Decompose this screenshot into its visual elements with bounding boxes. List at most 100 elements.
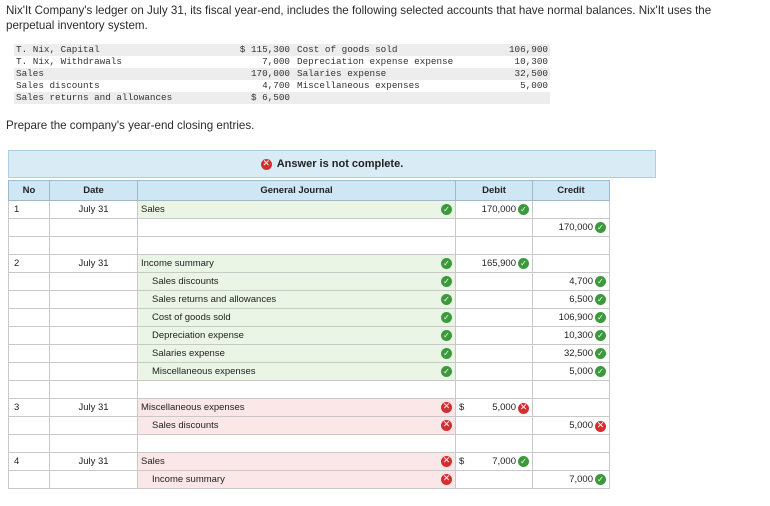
debit-value: 7,000 bbox=[492, 456, 516, 467]
debit-input[interactable] bbox=[455, 470, 533, 489]
spacer-cell bbox=[8, 236, 50, 255]
credit-input[interactable]: 10,300 ✓ bbox=[532, 326, 610, 345]
question-intro: Nix'It Company's ledger on July 31, its … bbox=[6, 4, 712, 32]
check-circle-icon: ✓ bbox=[441, 258, 452, 269]
entry-date[interactable]: July 31 bbox=[49, 398, 138, 417]
check-circle-icon: ✓ bbox=[518, 456, 529, 467]
entry-number bbox=[8, 470, 50, 489]
entry-date[interactable] bbox=[49, 290, 138, 309]
x-circle-icon: ✕ bbox=[518, 402, 529, 414]
debit-input[interactable]: 170,000 ✓ bbox=[455, 200, 533, 219]
account-select[interactable]: Income summary ✕ bbox=[137, 470, 456, 489]
account-select[interactable]: Cost of goods sold ✓ bbox=[137, 308, 456, 327]
debit-input[interactable] bbox=[455, 326, 533, 345]
journal-row: Income summary ✕ 7,000 ✓ bbox=[8, 470, 610, 489]
check-circle-icon: ✓ bbox=[595, 348, 606, 359]
credit-input[interactable]: 106,900 ✓ bbox=[532, 308, 610, 327]
debit-input[interactable]: $5,000 ✕ bbox=[455, 398, 533, 417]
ledger-amount: 106,900 bbox=[508, 44, 548, 55]
debit-input[interactable] bbox=[455, 308, 533, 327]
credit-input[interactable] bbox=[532, 452, 610, 471]
ledger-account: Sales bbox=[16, 68, 44, 79]
journal-spacer-row bbox=[8, 380, 610, 399]
debit-input[interactable] bbox=[455, 272, 533, 291]
debit-input[interactable] bbox=[455, 218, 533, 237]
entry-date[interactable] bbox=[49, 344, 138, 363]
journal-row: Cost of goods sold ✓ 106,900 ✓ bbox=[8, 308, 610, 327]
credit-input[interactable] bbox=[532, 200, 610, 219]
journal-spacer-row bbox=[8, 434, 610, 453]
entry-number bbox=[8, 290, 50, 309]
ledger-amount: $ 6,500 bbox=[250, 92, 290, 103]
journal-row: Sales discounts ✓ 4,700 ✓ bbox=[8, 272, 610, 291]
credit-value: 32,500 bbox=[563, 348, 593, 359]
entry-date[interactable] bbox=[49, 416, 138, 435]
debit-input[interactable] bbox=[455, 416, 533, 435]
spacer-cell bbox=[455, 380, 533, 399]
credit-input[interactable]: 6,500 ✓ bbox=[532, 290, 610, 309]
entry-date[interactable] bbox=[49, 308, 138, 327]
credit-value: 106,900 bbox=[558, 312, 593, 323]
account-select[interactable]: Sales returns and allowances ✓ bbox=[137, 290, 456, 309]
credit-value: 5,000 bbox=[569, 419, 593, 431]
credit-input[interactable] bbox=[532, 398, 610, 417]
entry-date[interactable] bbox=[49, 326, 138, 345]
spacer-cell bbox=[455, 434, 533, 453]
account-select[interactable]: Miscellaneous expenses ✕ bbox=[137, 398, 456, 417]
account-select[interactable]: Sales ✓ bbox=[137, 200, 456, 219]
entry-date[interactable]: July 31 bbox=[49, 200, 138, 219]
account-name: Sales discounts bbox=[152, 420, 219, 431]
debit-input[interactable] bbox=[455, 344, 533, 363]
entry-date[interactable] bbox=[49, 272, 138, 291]
ledger-row: T. Nix, Capital $ 115,300 Cost of goods so… bbox=[14, 44, 550, 56]
question-prompt: Prepare the company's year-end closing e… bbox=[6, 119, 255, 132]
header-general-journal: General Journal bbox=[137, 180, 456, 201]
account-name: Income summary bbox=[152, 474, 225, 485]
credit-value: 170,000 bbox=[558, 222, 593, 233]
account-select[interactable]: Sales discounts ✕ bbox=[137, 416, 456, 435]
account-select[interactable]: Sales ✕ bbox=[137, 452, 456, 471]
entry-number: 3 bbox=[8, 398, 50, 417]
credit-input[interactable]: 170,000 ✓ bbox=[532, 218, 610, 237]
account-select[interactable] bbox=[137, 218, 456, 237]
dollar-sign: $ bbox=[459, 456, 465, 467]
debit-input[interactable]: 165,900 ✓ bbox=[455, 254, 533, 273]
credit-input[interactable]: 5,000 ✓ bbox=[532, 362, 610, 381]
check-circle-icon: ✓ bbox=[441, 366, 452, 377]
account-select[interactable]: Sales discounts ✓ bbox=[137, 272, 456, 291]
journal-row: Miscellaneous expenses ✓ 5,000 ✓ bbox=[8, 362, 610, 381]
debit-input[interactable]: $7,000 ✓ bbox=[455, 452, 533, 471]
entry-number: 4 bbox=[8, 452, 50, 471]
debit-value: 5,000 bbox=[492, 401, 516, 413]
debit-value: 170,000 bbox=[481, 204, 516, 215]
debit-input[interactable] bbox=[455, 290, 533, 309]
credit-input[interactable]: 5,000 ✕ bbox=[532, 416, 610, 435]
credit-input[interactable]: 7,000 ✓ bbox=[532, 470, 610, 489]
entry-date[interactable]: July 31 bbox=[49, 452, 138, 471]
credit-input[interactable]: 32,500 ✓ bbox=[532, 344, 610, 363]
entry-date[interactable] bbox=[49, 362, 138, 381]
account-select[interactable]: Depreciation expense ✓ bbox=[137, 326, 456, 345]
check-circle-icon: ✓ bbox=[441, 330, 452, 341]
credit-input[interactable] bbox=[532, 254, 610, 273]
entry-number: 2 bbox=[8, 254, 50, 273]
account-select[interactable]: Income summary ✓ bbox=[137, 254, 456, 273]
journal-row: Sales returns and allowances ✓ 6,500 ✓ bbox=[8, 290, 610, 309]
entry-date[interactable] bbox=[49, 218, 138, 237]
check-circle-icon: ✓ bbox=[595, 312, 606, 323]
check-circle-icon: ✓ bbox=[441, 348, 452, 359]
check-circle-icon: ✓ bbox=[518, 258, 529, 269]
ledger-amount: 5,000 bbox=[520, 80, 548, 91]
header-credit: Credit bbox=[532, 180, 610, 201]
entry-date[interactable] bbox=[49, 470, 138, 489]
account-select[interactable]: Salaries expense ✓ bbox=[137, 344, 456, 363]
debit-value: 165,900 bbox=[481, 258, 516, 269]
credit-input[interactable]: 4,700 ✓ bbox=[532, 272, 610, 291]
check-circle-icon: ✓ bbox=[595, 474, 606, 485]
debit-input[interactable] bbox=[455, 362, 533, 381]
credit-value: 6,500 bbox=[569, 294, 593, 305]
spacer-cell bbox=[49, 236, 138, 255]
entry-date[interactable]: July 31 bbox=[49, 254, 138, 273]
account-select[interactable]: Miscellaneous expenses ✓ bbox=[137, 362, 456, 381]
journal-spacer-row bbox=[8, 236, 610, 255]
